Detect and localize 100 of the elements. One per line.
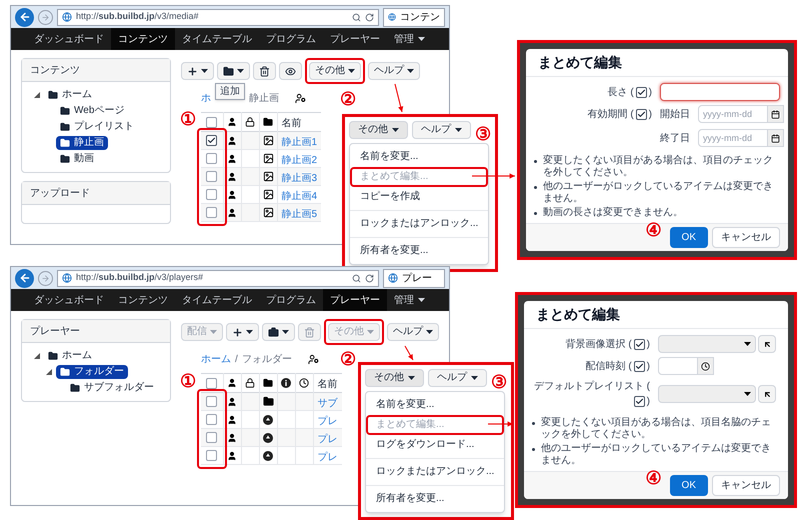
item-link[interactable]: 静止画5 [282, 208, 318, 220]
menu-item[interactable]: 名前を変更... [350, 147, 488, 167]
toolbar-icon-button[interactable] [217, 62, 250, 80]
checkbox[interactable] [634, 396, 645, 407]
clock-button[interactable] [698, 357, 714, 375]
person-settings-icon[interactable] [308, 354, 319, 364]
checkbox[interactable] [206, 450, 218, 461]
item-link[interactable]: プレ [318, 416, 338, 426]
checkbox[interactable] [206, 207, 218, 218]
nav-item[interactable]: プログラム [259, 28, 323, 50]
nav-item[interactable]: ダッシュボード [27, 28, 111, 50]
item-link[interactable]: サブ [318, 398, 338, 408]
column-header[interactable]: 名前 [282, 118, 302, 129]
breadcrumb-link[interactable]: ホーム [201, 352, 231, 366]
search-icon[interactable] [352, 274, 361, 282]
menu-toggle-button[interactable]: ヘルプ [412, 121, 471, 139]
browser-tab[interactable]: プレー [383, 268, 445, 288]
person-settings-icon[interactable] [295, 92, 306, 104]
refresh-icon[interactable] [365, 12, 374, 22]
search-icon[interactable] [352, 12, 361, 22]
checkbox[interactable] [206, 432, 218, 443]
address-field[interactable]: http://sub.builbd.jp/v3/media# [57, 8, 379, 26]
menu-toggle-button[interactable]: その他 [365, 369, 424, 387]
item-link[interactable]: プレ [318, 434, 338, 444]
tree-item[interactable]: フォルダー [56, 365, 128, 379]
nav-item[interactable]: プレーヤー [323, 28, 387, 50]
checkbox[interactable] [636, 86, 647, 98]
toolbar-icon-button[interactable] [253, 62, 276, 80]
toolbar-button[interactable]: その他 [309, 62, 361, 80]
picker-button[interactable] [758, 385, 776, 403]
toolbar-icon-button[interactable] [226, 323, 259, 341]
select-field[interactable] [658, 335, 756, 353]
menu-item[interactable]: ロックまたはアンロック... [350, 214, 488, 234]
toolbar-icon-button[interactable] [181, 62, 214, 80]
checkbox[interactable] [206, 153, 218, 164]
calendar-button[interactable] [768, 105, 784, 123]
expand-triangle-icon[interactable] [46, 369, 52, 375]
address-field[interactable]: http://sub.builbd.jp/v3/players# [57, 270, 379, 286]
time-field[interactable] [658, 357, 698, 375]
tree-item[interactable]: 静止画 [56, 136, 108, 150]
checkbox[interactable] [206, 189, 218, 200]
checkbox[interactable] [206, 414, 218, 425]
tree-item[interactable]: プレイリスト [56, 120, 138, 134]
toolbar-button[interactable]: ヘルプ [368, 62, 420, 80]
toolbar-icon-button[interactable] [279, 62, 302, 80]
item-link[interactable]: 静止画3 [282, 172, 318, 184]
menu-toggle-button[interactable]: その他 [349, 121, 408, 139]
expand-triangle-icon[interactable] [34, 353, 40, 359]
cancel-button[interactable]: キャンセル [712, 475, 780, 496]
back-button[interactable] [15, 268, 34, 288]
cancel-button[interactable]: キャンセル [712, 227, 780, 248]
item-link[interactable]: 静止画2 [282, 154, 318, 166]
item-link[interactable]: プレ [318, 452, 338, 462]
nav-item[interactable]: ダッシュボード [27, 289, 111, 311]
checkbox[interactable] [634, 338, 645, 350]
menu-item[interactable]: 所有者を変更... [366, 489, 504, 509]
nav-item[interactable]: 管理 [387, 28, 432, 50]
text-field[interactable] [660, 83, 780, 101]
tree-item[interactable]: 動画 [56, 152, 98, 166]
nav-item[interactable]: コンテンツ [111, 28, 175, 50]
breadcrumb-link[interactable]: ホ [201, 90, 211, 106]
menu-item[interactable]: ログをダウンロード... [366, 435, 504, 455]
date-field[interactable]: yyyy-mm-dd [698, 105, 768, 123]
picker-button[interactable] [758, 335, 776, 353]
tree-item[interactable]: ホーム [44, 88, 96, 102]
toolbar-button[interactable]: ヘルプ [387, 323, 439, 341]
item-link[interactable]: 静止画4 [282, 190, 318, 202]
checkbox[interactable] [634, 360, 645, 372]
nav-item[interactable]: コンテンツ [111, 289, 175, 311]
checkbox[interactable] [206, 396, 218, 407]
nav-item[interactable]: プログラム [259, 289, 323, 311]
checkbox[interactable] [636, 108, 647, 120]
nav-item[interactable]: タイムテーブル [175, 289, 259, 311]
calendar-button[interactable] [768, 129, 784, 147]
tree-item[interactable]: サブフォルダー [66, 381, 158, 395]
menu-item[interactable]: 所有者を変更... [350, 241, 488, 261]
nav-item[interactable]: プレーヤー [323, 289, 387, 311]
column-header[interactable]: 名前 [318, 379, 338, 390]
checkbox[interactable] [206, 378, 218, 388]
toolbar-icon-button[interactable] [262, 323, 295, 341]
checkbox[interactable] [206, 135, 218, 146]
nav-item[interactable]: 管理 [387, 289, 432, 311]
checkbox[interactable] [206, 171, 218, 182]
tree-item[interactable]: Webページ [56, 104, 128, 118]
browser-tab[interactable]: コンテン [383, 8, 445, 26]
menu-item[interactable]: 名前を変更... [366, 395, 504, 415]
tree-item[interactable]: ホーム [44, 349, 96, 363]
menu-item[interactable]: コピーを作成 [350, 187, 488, 207]
ok-button[interactable]: OK [670, 475, 708, 496]
nav-item[interactable]: タイムテーブル [175, 28, 259, 50]
refresh-icon[interactable] [365, 274, 374, 282]
checkbox[interactable] [206, 116, 218, 128]
item-link[interactable]: 静止画1 [282, 136, 318, 148]
ok-button[interactable]: OK [670, 227, 708, 248]
back-button[interactable] [15, 8, 34, 26]
menu-item[interactable]: ロックまたはアンロック... [366, 462, 504, 482]
date-field[interactable]: yyyy-mm-dd [698, 129, 768, 147]
select-field[interactable] [658, 385, 756, 403]
expand-triangle-icon[interactable] [34, 92, 40, 98]
menu-toggle-button[interactable]: ヘルプ [428, 369, 487, 387]
